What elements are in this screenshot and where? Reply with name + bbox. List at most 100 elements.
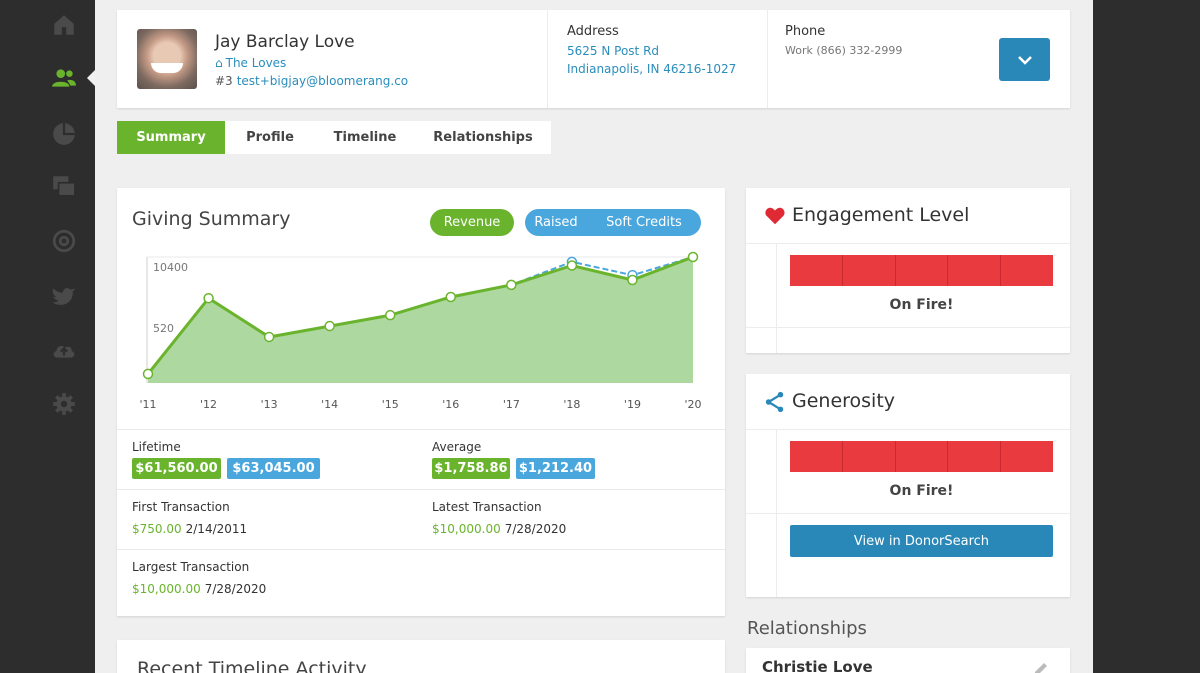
revenue-point[interactable] bbox=[203, 292, 214, 304]
chevron-down-icon bbox=[1017, 55, 1032, 65]
share-icon bbox=[765, 391, 784, 413]
household-name: The Loves bbox=[225, 56, 287, 70]
divider bbox=[746, 429, 1070, 430]
home-icon: ⌂ bbox=[215, 56, 223, 70]
x-tick-label: '15 bbox=[382, 398, 399, 411]
divider bbox=[547, 10, 548, 108]
tab-summary[interactable]: Summary bbox=[117, 121, 225, 154]
users-icon[interactable] bbox=[46, 60, 82, 96]
largest-transaction-amount: $10,000.00 bbox=[132, 582, 201, 596]
profile-tabs: Summary Profile Timeline Relationships bbox=[117, 121, 551, 154]
x-tick-label: '11 bbox=[139, 398, 156, 411]
gear-icon[interactable] bbox=[46, 386, 82, 422]
largest-transaction-date: 7/28/2020 bbox=[204, 582, 267, 596]
y-tick-label: 10400 bbox=[153, 261, 188, 274]
address-line-2[interactable]: Indianapolis, IN 46216-1027 bbox=[567, 62, 736, 76]
revenue-point[interactable] bbox=[324, 320, 335, 332]
giving-chart: 10400 520 '11 '12 '13 '14 '15 '16 '17 '18 '19 '20 bbox=[139, 251, 702, 411]
main-content: Jay Barclay Love ⌂ The Loves #3 test+bigja… bbox=[95, 0, 1093, 673]
y-tick-label: 520 bbox=[153, 322, 174, 335]
latest-transaction-amount: $10,000.00 bbox=[432, 522, 501, 536]
constituent-name: Jay Barclay Love bbox=[215, 32, 355, 52]
address-line-1[interactable]: 5625 N Post Rd bbox=[567, 44, 659, 58]
x-tick-label: '14 bbox=[321, 398, 338, 411]
heart-icon bbox=[765, 207, 785, 225]
recent-timeline-card: Recent Timeline Activity bbox=[117, 640, 725, 673]
phone-label: Phone bbox=[785, 24, 826, 39]
first-transaction-amount: $750.00 bbox=[132, 522, 182, 536]
engagement-meter bbox=[790, 255, 1053, 286]
revenue-point[interactable] bbox=[506, 279, 517, 291]
engagement-level-card: Engagement Level On Fire! bbox=[746, 188, 1070, 353]
generosity-meter bbox=[790, 441, 1053, 472]
average-raised-badge: $1,212.40 bbox=[516, 458, 595, 479]
pencil-icon[interactable] bbox=[1032, 660, 1050, 673]
household-link[interactable]: ⌂ The Loves bbox=[215, 56, 286, 70]
divider bbox=[767, 10, 768, 108]
first-transaction-value: $750.00 2/14/2011 bbox=[132, 522, 247, 536]
relationship-item[interactable]: Christie Love bbox=[746, 648, 1070, 673]
divider bbox=[117, 429, 725, 430]
first-transaction-date: 2/14/2011 bbox=[185, 522, 248, 536]
left-sidebar bbox=[0, 0, 96, 673]
phone-value: Work (866) 332-2999 bbox=[785, 44, 903, 57]
home-icon[interactable] bbox=[46, 7, 82, 43]
generosity-card: Generosity On Fire! View in DonorSearch bbox=[746, 374, 1070, 597]
x-tick-label: '12 bbox=[200, 398, 217, 411]
x-tick-label: '13 bbox=[261, 398, 278, 411]
revenue-point[interactable] bbox=[384, 309, 396, 321]
relationships-heading: Relationships bbox=[747, 618, 867, 639]
latest-transaction-date: 7/28/2020 bbox=[504, 522, 567, 536]
avatar bbox=[137, 29, 197, 89]
email-link[interactable]: test+bigjay@bloomerang.co bbox=[237, 74, 408, 88]
folders-icon[interactable] bbox=[46, 168, 82, 204]
engagement-title: Engagement Level bbox=[792, 204, 970, 226]
revenue-point[interactable] bbox=[142, 368, 154, 380]
generosity-status: On Fire! bbox=[889, 483, 954, 499]
revenue-point[interactable] bbox=[627, 274, 638, 286]
lifetime-revenue-badge: $61,560.00 bbox=[132, 458, 221, 479]
revenue-point[interactable] bbox=[687, 251, 699, 263]
lifetime-label: Lifetime bbox=[132, 440, 181, 454]
divider bbox=[117, 489, 725, 490]
constituent-header: Jay Barclay Love ⌂ The Loves #3 test+bigja… bbox=[117, 10, 1070, 108]
lifetime-raised-badge: $63,045.00 bbox=[227, 458, 320, 479]
latest-transaction-value: $10,000.00 7/28/2020 bbox=[432, 522, 566, 536]
tab-timeline[interactable]: Timeline bbox=[315, 121, 415, 154]
average-revenue-badge: $1,758.86 bbox=[432, 458, 510, 479]
largest-transaction-value: $10,000.00 7/28/2020 bbox=[132, 582, 266, 596]
pie-chart-icon[interactable] bbox=[46, 116, 82, 152]
timeline-title: Recent Timeline Activity bbox=[137, 658, 367, 673]
x-tick-label: '18 bbox=[563, 398, 580, 411]
tab-profile[interactable]: Profile bbox=[225, 121, 315, 154]
divider bbox=[117, 549, 725, 550]
revenue-point[interactable] bbox=[566, 260, 578, 271]
revenue-point[interactable] bbox=[263, 331, 275, 343]
x-tick-label: '20 bbox=[684, 398, 701, 411]
twitter-icon[interactable] bbox=[46, 278, 82, 314]
actions-dropdown-button[interactable] bbox=[999, 38, 1050, 81]
divider bbox=[746, 327, 1070, 328]
largest-transaction-label: Largest Transaction bbox=[132, 560, 250, 574]
id-email-row: #3 test+bigjay@bloomerang.co bbox=[215, 74, 408, 88]
right-margin bbox=[1093, 0, 1200, 673]
x-tick-label: '19 bbox=[624, 398, 641, 411]
revenue-point[interactable] bbox=[445, 291, 457, 303]
view-in-donorsearch-button[interactable]: View in DonorSearch bbox=[790, 525, 1053, 557]
engagement-status: On Fire! bbox=[889, 297, 954, 313]
generosity-title: Generosity bbox=[792, 390, 896, 412]
divider bbox=[746, 243, 1070, 244]
constituent-id: #3 bbox=[215, 74, 233, 88]
cloud-upload-icon[interactable] bbox=[46, 332, 82, 368]
first-transaction-label: First Transaction bbox=[132, 500, 230, 514]
at-icon[interactable] bbox=[46, 223, 82, 259]
average-label: Average bbox=[432, 440, 482, 454]
tab-relationships[interactable]: Relationships bbox=[415, 121, 551, 154]
latest-transaction-label: Latest Transaction bbox=[432, 500, 542, 514]
x-tick-label: '16 bbox=[442, 398, 459, 411]
divider bbox=[776, 243, 777, 353]
x-tick-label: '17 bbox=[503, 398, 520, 411]
address-label: Address bbox=[567, 24, 619, 39]
relationship-name[interactable]: Christie Love bbox=[762, 658, 873, 673]
divider bbox=[746, 513, 1070, 514]
